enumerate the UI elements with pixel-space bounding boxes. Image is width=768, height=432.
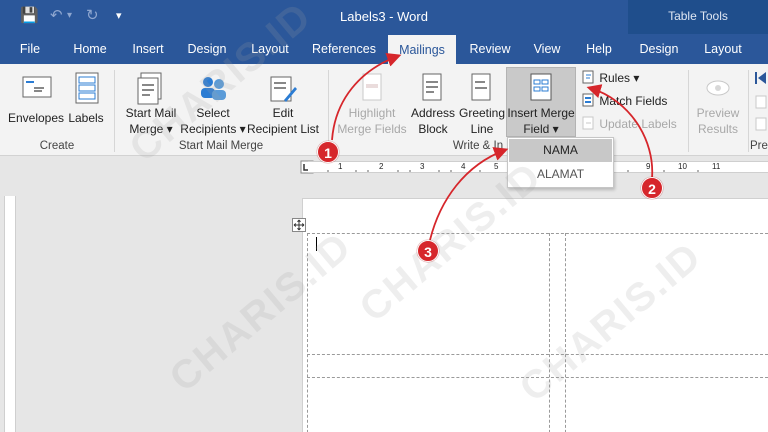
- arrow-step2: [586, 84, 654, 179]
- annotation-badge-1: 1: [317, 141, 339, 163]
- annotation-arrows: [331, 52, 654, 241]
- arrow-step3: [429, 147, 509, 241]
- annotation-badge-3: 3: [417, 240, 439, 262]
- arrow-step1: [331, 52, 402, 141]
- annotation-badge-2: 2: [641, 177, 663, 199]
